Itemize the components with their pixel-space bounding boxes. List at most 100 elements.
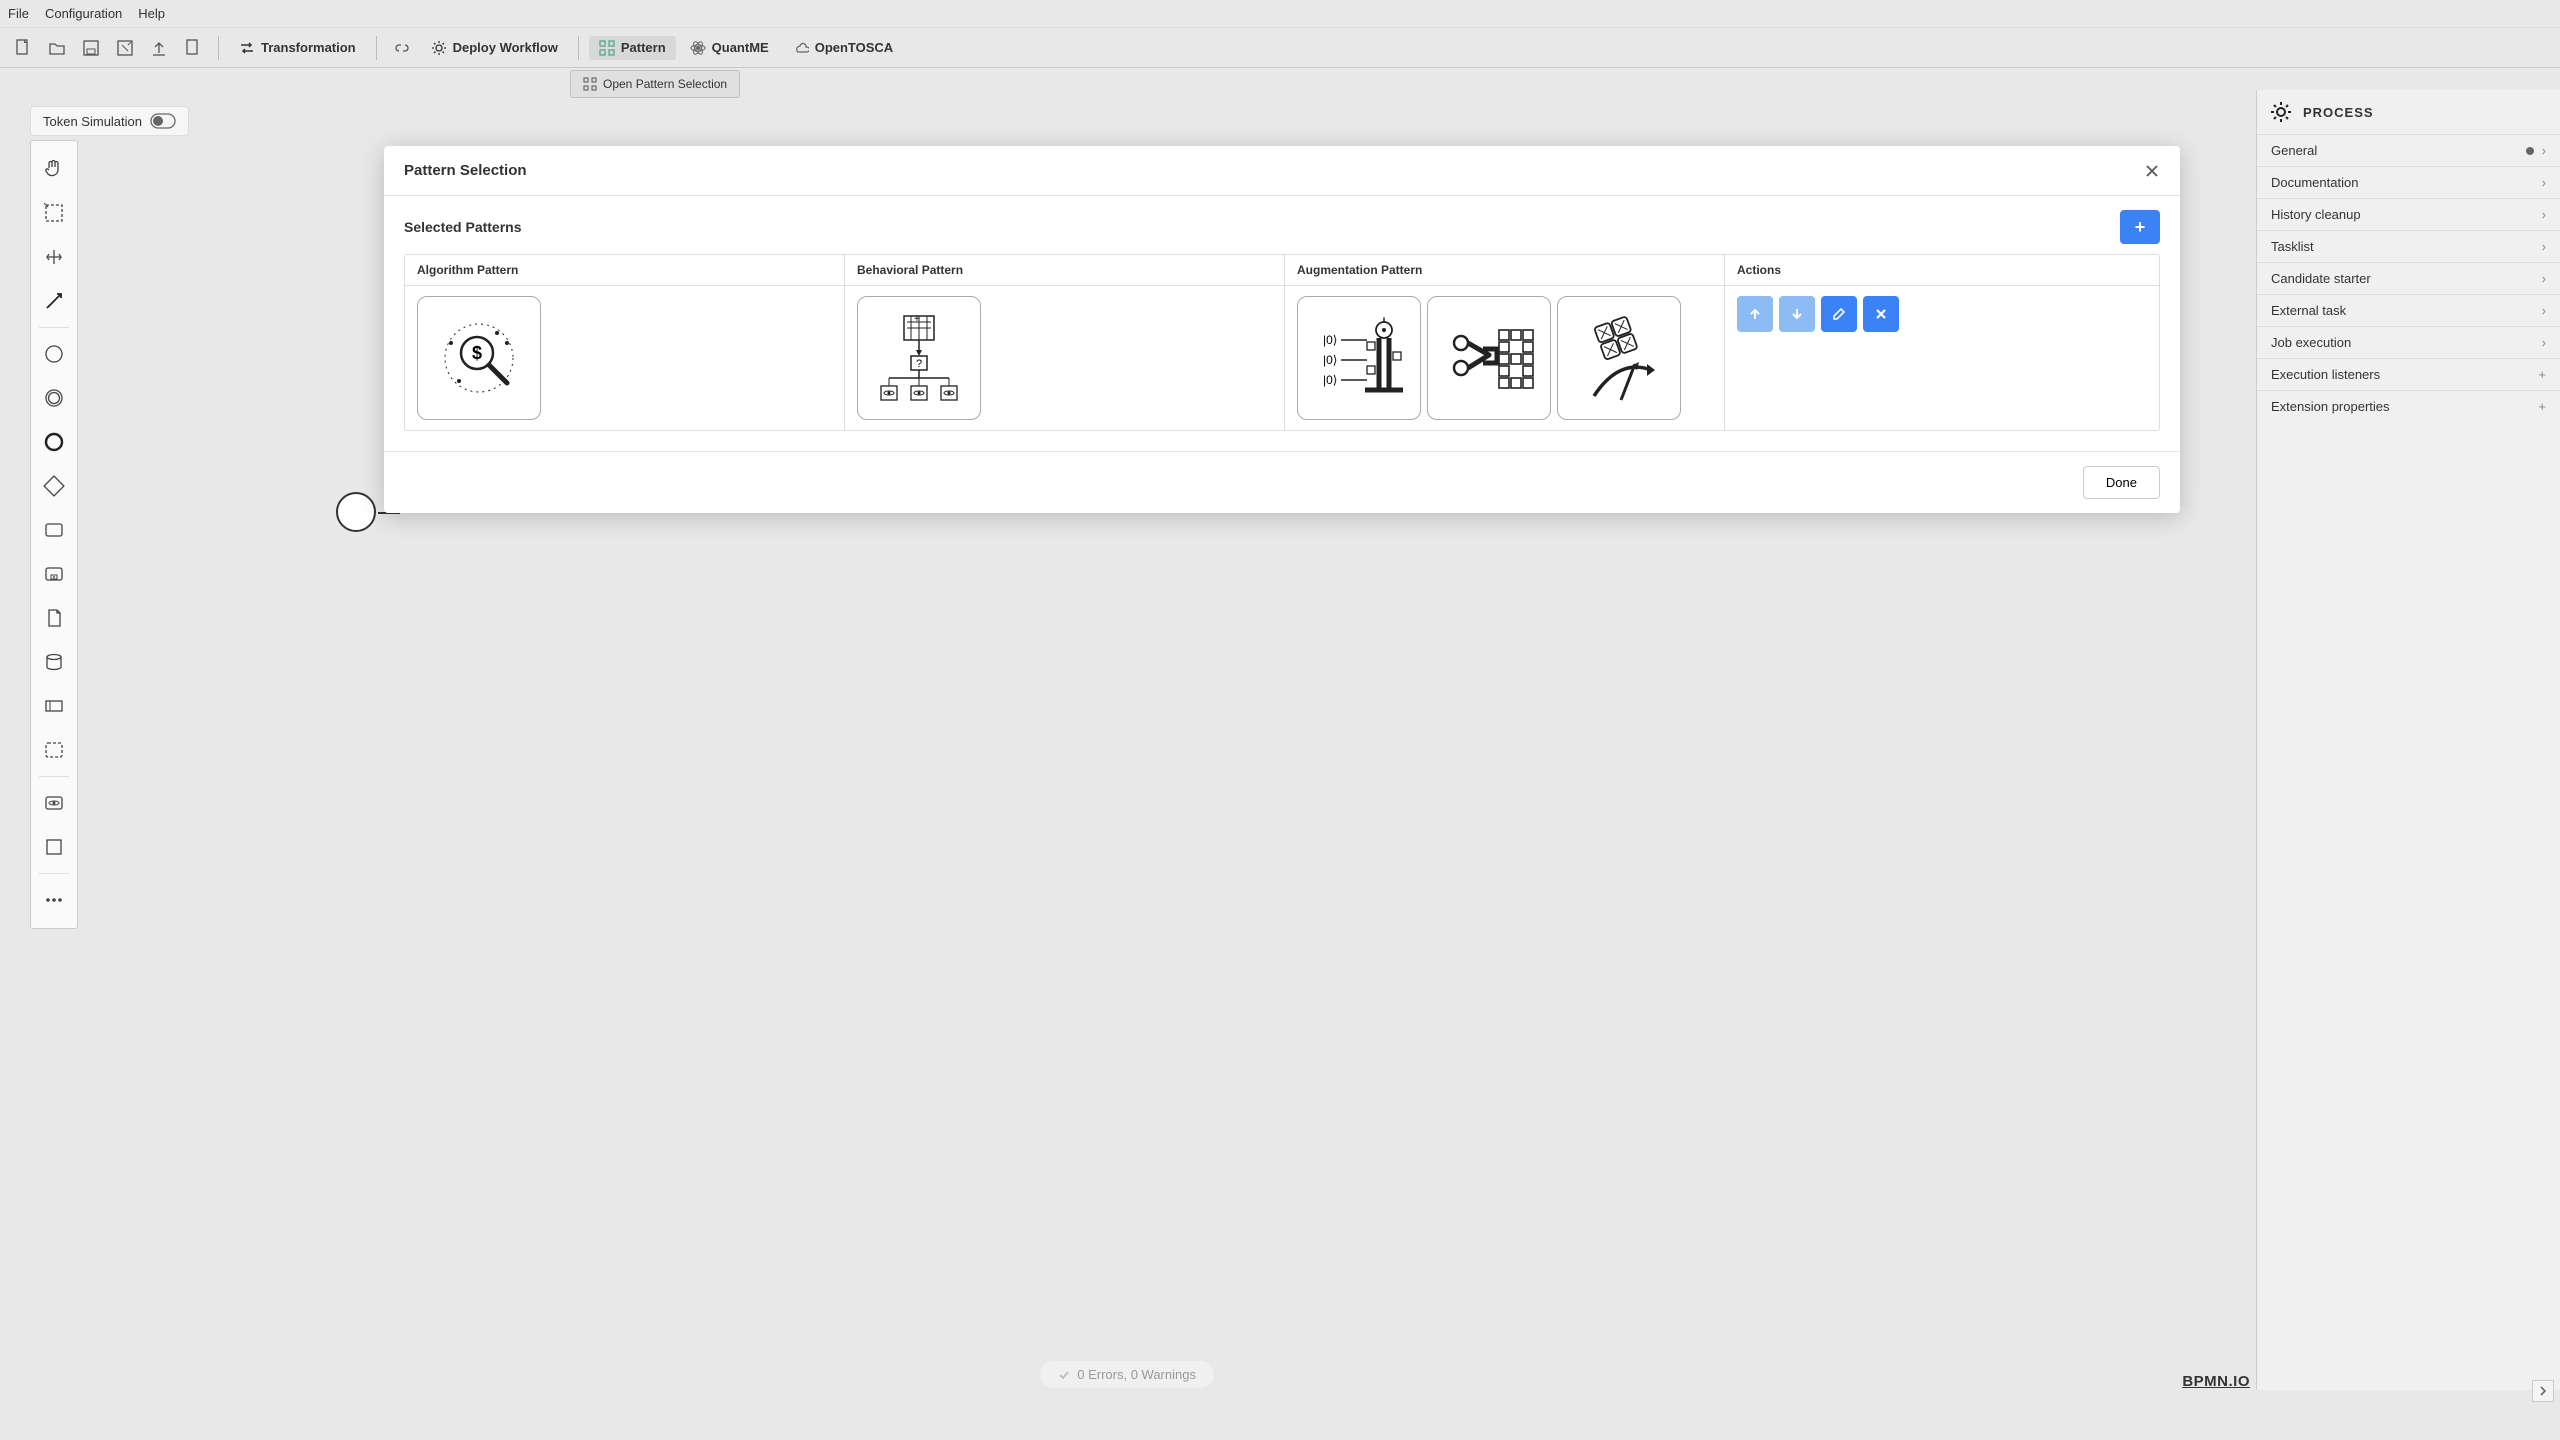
props-job-execution-label: Job execution [2271, 335, 2351, 350]
move-up-button[interactable] [1737, 296, 1773, 332]
menu-help[interactable]: Help [138, 6, 165, 21]
space-tool[interactable] [36, 239, 72, 275]
augmentation-pattern-2-icon [1439, 308, 1539, 408]
svg-text:$: $ [472, 343, 482, 363]
cell-actions [1725, 286, 2159, 430]
props-execution-listeners-label: Execution listeners [2271, 367, 2380, 382]
palette-separator [39, 776, 69, 777]
text-annotation-tool[interactable] [36, 829, 72, 865]
props-tasklist[interactable]: Tasklist› [2257, 230, 2560, 262]
augmentation-pattern-card-3[interactable] [1557, 296, 1681, 420]
more-tools[interactable] [36, 882, 72, 918]
task-icon [43, 519, 65, 541]
space-icon [43, 246, 65, 268]
main-toolbar: Transformation Deploy Workflow Pattern Q… [0, 28, 2560, 68]
quantum-task-tool[interactable] [36, 785, 72, 821]
props-extension-properties[interactable]: Extension properties+ [2257, 390, 2560, 422]
menu-file[interactable]: File [8, 6, 29, 21]
properties-panel: PROCESS General › Documentation› History… [2256, 90, 2560, 1390]
props-external-task[interactable]: External task› [2257, 294, 2560, 326]
new-file-button[interactable] [8, 33, 38, 63]
transformation-button[interactable]: Transformation [229, 36, 366, 60]
process-gear-icon [2269, 100, 2293, 124]
cell-algorithm: $ [405, 286, 845, 430]
data-object-tool[interactable] [36, 600, 72, 636]
save-button[interactable] [76, 33, 106, 63]
task-tool[interactable] [36, 512, 72, 548]
opentosca-tab[interactable]: OpenTOSCA [783, 36, 904, 60]
gear-icon [431, 40, 447, 56]
add-pattern-button[interactable]: + [2120, 210, 2160, 244]
props-documentation[interactable]: Documentation› [2257, 166, 2560, 198]
props-history-cleanup[interactable]: History cleanup› [2257, 198, 2560, 230]
link-button[interactable] [387, 33, 417, 63]
behavioral-pattern-card[interactable]: + ? [857, 296, 981, 420]
end-event-icon [43, 431, 65, 453]
subprocess-icon [43, 563, 65, 585]
save-as-button[interactable] [110, 33, 140, 63]
props-job-execution[interactable]: Job execution› [2257, 326, 2560, 358]
move-down-button[interactable] [1779, 296, 1815, 332]
remove-button[interactable] [1863, 296, 1899, 332]
subprocess-tool[interactable] [36, 556, 72, 592]
edit-button[interactable] [1821, 296, 1857, 332]
error-status-label: 0 Errors, 0 Warnings [1077, 1367, 1196, 1382]
upload-button[interactable] [144, 33, 174, 63]
props-execution-listeners[interactable]: Execution listeners+ [2257, 358, 2560, 390]
algorithm-pattern-card[interactable]: $ [417, 296, 541, 420]
props-documentation-label: Documentation [2271, 175, 2358, 190]
global-connect-tool[interactable] [36, 283, 72, 319]
edit-icon [1832, 307, 1846, 321]
intermediate-event-tool[interactable] [36, 380, 72, 416]
bpmn-io-brand[interactable]: BPMN.IO [2182, 1373, 2250, 1390]
start-event-tool[interactable] [36, 336, 72, 372]
chevron-right-icon [2538, 1386, 2548, 1396]
toolbar-separator [376, 36, 377, 60]
props-extension-properties-label: Extension properties [2271, 399, 2390, 414]
lasso-tool[interactable] [36, 195, 72, 231]
error-status[interactable]: 0 Errors, 0 Warnings [1040, 1361, 1214, 1388]
palette-separator [39, 873, 69, 874]
token-simulation-label: Token Simulation [43, 114, 142, 129]
modal-close-button[interactable] [2144, 163, 2160, 179]
modal-title: Pattern Selection [404, 162, 527, 179]
toolbar-separator [218, 36, 219, 60]
token-simulation-toggle[interactable]: Token Simulation [30, 106, 189, 136]
cell-behavioral: + ? [845, 286, 1285, 430]
modal-header: Pattern Selection [384, 146, 2180, 196]
data-store-tool[interactable] [36, 644, 72, 680]
link-icon [394, 40, 410, 56]
toggle-off-icon [150, 113, 176, 129]
props-candidate-starter[interactable]: Candidate starter› [2257, 262, 2560, 294]
save-as-icon [116, 39, 134, 57]
props-history-cleanup-label: History cleanup [2271, 207, 2361, 222]
done-button[interactable]: Done [2083, 466, 2160, 499]
group-tool[interactable] [36, 732, 72, 768]
col-augmentation-header: Augmentation Pattern [1285, 255, 1725, 285]
arrow-up-icon [1748, 307, 1762, 321]
participant-tool[interactable] [36, 688, 72, 724]
augmentation-pattern-card-1[interactable]: |0⟩ |0⟩ |0⟩ [1297, 296, 1421, 420]
export-button[interactable] [178, 33, 208, 63]
bpmn-start-event[interactable] [336, 492, 376, 532]
menu-configuration[interactable]: Configuration [45, 6, 122, 21]
cell-augmentation: |0⟩ |0⟩ |0⟩ [1285, 286, 1725, 430]
menu-bar: File Configuration Help [0, 0, 2560, 28]
props-general[interactable]: General › [2257, 134, 2560, 166]
modal-footer: Done [384, 451, 2180, 513]
deploy-workflow-button[interactable]: Deploy Workflow [421, 36, 568, 60]
hand-tool[interactable] [36, 151, 72, 187]
pattern-selection-modal: Pattern Selection Selected Patterns + Al… [384, 146, 2180, 513]
end-event-tool[interactable] [36, 424, 72, 460]
folder-open-icon [48, 39, 66, 57]
open-pattern-selection-button[interactable]: Open Pattern Selection [570, 70, 740, 98]
augmentation-pattern-card-2[interactable] [1427, 296, 1551, 420]
pattern-tab[interactable]: Pattern [589, 36, 676, 60]
quantme-tab[interactable]: QuantME [680, 36, 779, 60]
svg-text:|0⟩: |0⟩ [1323, 333, 1337, 347]
gateway-tool[interactable] [36, 468, 72, 504]
export-icon [184, 39, 202, 57]
open-file-button[interactable] [42, 33, 72, 63]
data-object-icon [43, 607, 65, 629]
collapse-panel-button[interactable] [2532, 1380, 2554, 1402]
